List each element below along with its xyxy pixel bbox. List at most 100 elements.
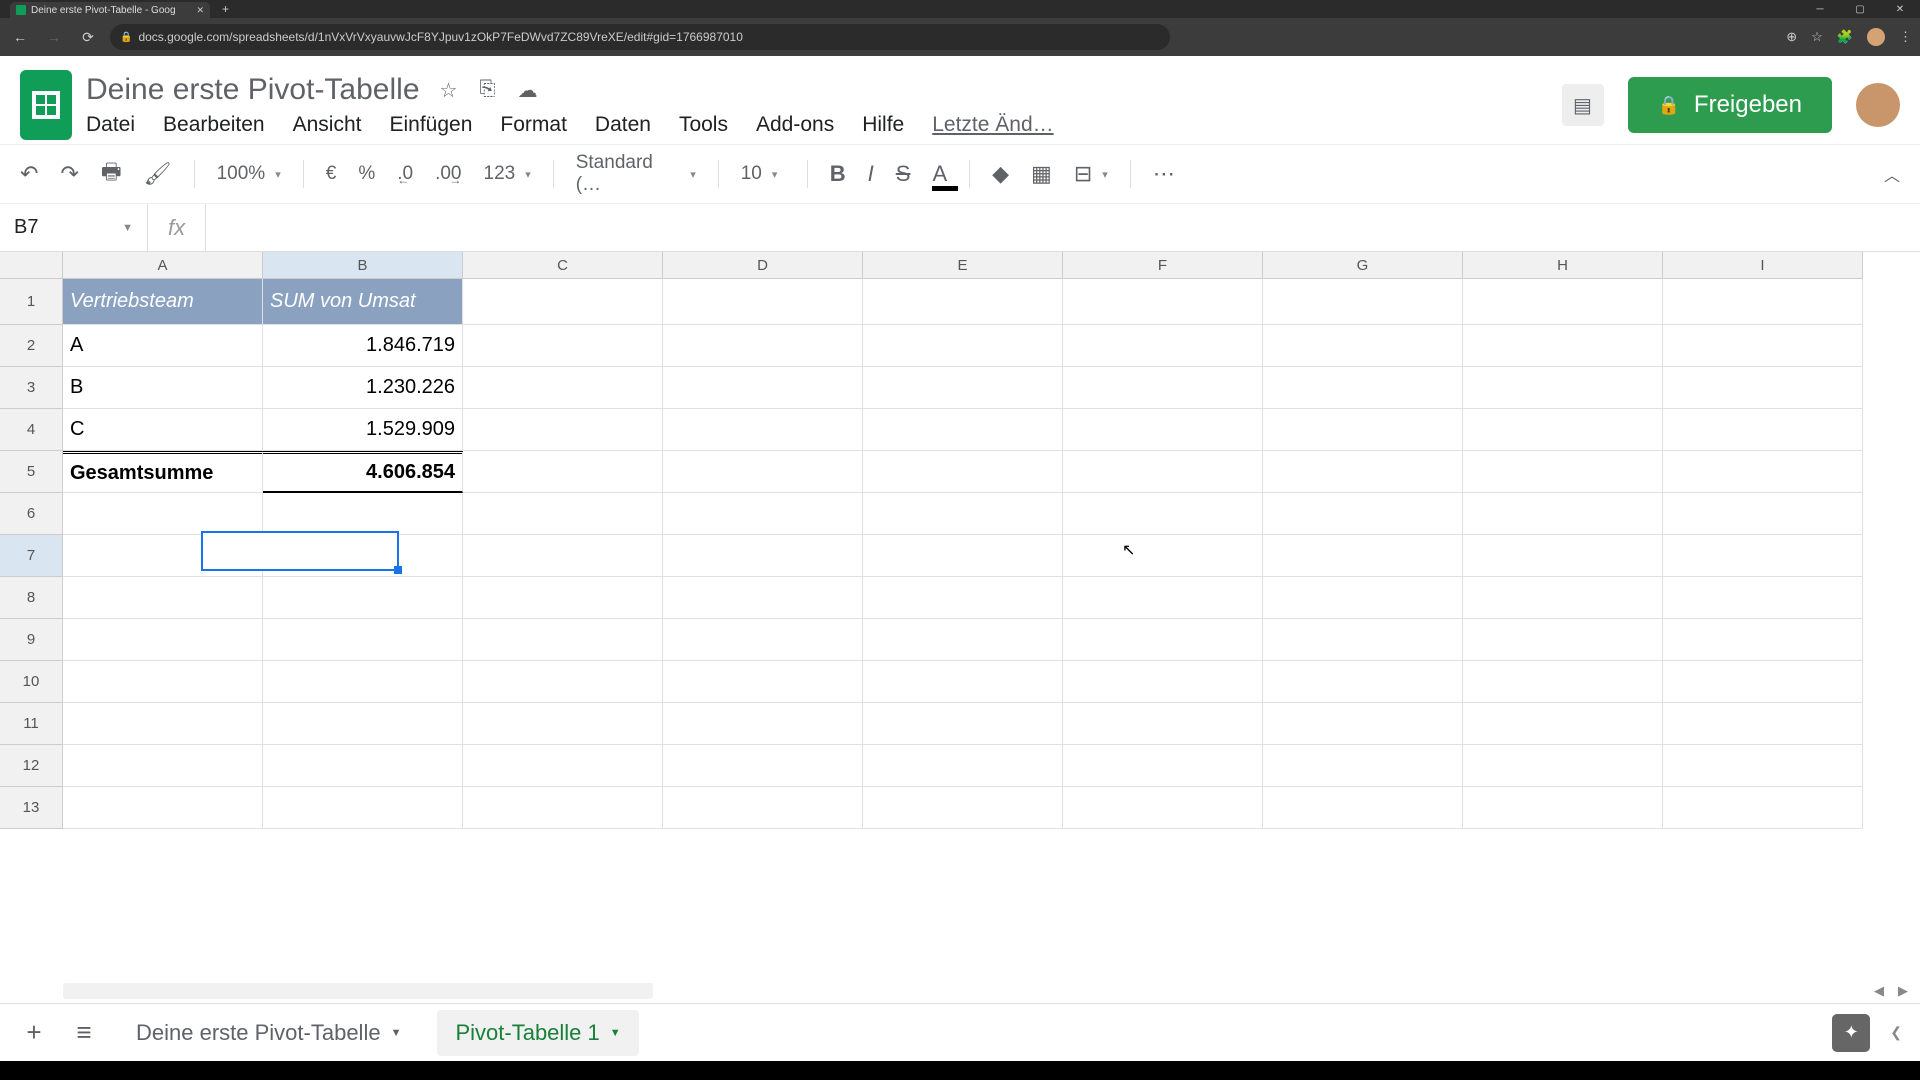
strikethrough-button[interactable]: S [896,161,911,187]
cell-F11[interactable] [1063,703,1263,745]
cell-F6[interactable] [1063,493,1263,535]
cell-D3[interactable] [663,367,863,409]
zoom-dropdown[interactable]: 100% [217,163,281,185]
menu-format[interactable]: Format [500,113,567,137]
scroll-left-button[interactable]: ◀ [1874,983,1884,999]
cell-D8[interactable] [663,577,863,619]
back-button[interactable]: ← [8,29,32,45]
column-header-F[interactable]: F [1063,252,1263,279]
cell-E1[interactable] [863,279,1063,325]
cell-G6[interactable] [1263,493,1463,535]
cell-A13[interactable] [63,787,263,829]
cell-B12[interactable] [263,745,463,787]
cell-H5[interactable] [1463,451,1663,493]
cell-B8[interactable] [263,577,463,619]
cell-A8[interactable] [63,577,263,619]
italic-button[interactable]: I [868,161,874,187]
column-header-B[interactable]: B [263,252,463,279]
cell-D5[interactable] [663,451,863,493]
sheet-tab-1[interactable]: Deine erste Pivot-Tabelle ▼ [118,1010,419,1056]
cell-E10[interactable] [863,661,1063,703]
cell-G11[interactable] [1263,703,1463,745]
cell-D10[interactable] [663,661,863,703]
column-header-E[interactable]: E [863,252,1063,279]
cell-D13[interactable] [663,787,863,829]
fill-handle[interactable] [394,566,402,574]
decrease-decimal-button[interactable]: .0← [397,163,413,185]
cell-A6[interactable] [63,493,263,535]
menu-addons[interactable]: Add-ons [756,113,834,137]
move-icon[interactable]: ⎘ [479,78,495,103]
cell-H12[interactable] [1463,745,1663,787]
sheet-tab-2[interactable]: Pivot-Tabelle 1 ▼ [437,1010,638,1056]
cell-E13[interactable] [863,787,1063,829]
url-field[interactable]: 🔒 docs.google.com/spreadsheets/d/1nVxVrV… [110,24,1170,50]
side-panel-toggle[interactable]: ❮ [1890,1024,1902,1041]
menu-data[interactable]: Daten [595,113,651,137]
cell-E2[interactable] [863,325,1063,367]
cell-C13[interactable] [463,787,663,829]
forward-button[interactable]: → [42,29,66,45]
minimize-button[interactable]: ─ [1800,0,1840,18]
paint-format-button[interactable]: 🖌 [144,161,172,187]
cell-E5[interactable] [863,451,1063,493]
active-cell[interactable] [201,531,399,571]
cell-I10[interactable] [1663,661,1863,703]
cell-D11[interactable] [663,703,863,745]
bookmark-icon[interactable]: ☆ [1811,29,1823,45]
cell-A12[interactable] [63,745,263,787]
cell-H11[interactable] [1463,703,1663,745]
cell-F13[interactable] [1063,787,1263,829]
cell-I13[interactable] [1663,787,1863,829]
cell-C8[interactable] [463,577,663,619]
cell-A1[interactable]: Vertriebsteam [63,279,263,325]
collapse-toolbar-button[interactable]: ︿ [1884,162,1900,186]
cell-B10[interactable] [263,661,463,703]
cell-C5[interactable] [463,451,663,493]
cell-C3[interactable] [463,367,663,409]
cell-G5[interactable] [1263,451,1463,493]
cell-C9[interactable] [463,619,663,661]
cloud-status-icon[interactable]: ☁ [517,78,537,103]
cell-H7[interactable] [1463,535,1663,577]
cell-A2[interactable]: A [63,325,263,367]
currency-button[interactable]: € [326,163,337,185]
cell-G4[interactable] [1263,409,1463,451]
cell-I2[interactable] [1663,325,1863,367]
cell-B9[interactable] [263,619,463,661]
star-icon[interactable]: ☆ [440,78,458,103]
close-window-button[interactable]: ✕ [1880,0,1920,18]
cell-A11[interactable] [63,703,263,745]
cell-E9[interactable] [863,619,1063,661]
cell-D7[interactable] [663,535,863,577]
cell-F10[interactable] [1063,661,1263,703]
cell-A3[interactable]: B [63,367,263,409]
extensions-icon[interactable]: 🧩 [1837,29,1853,45]
cell-D1[interactable] [663,279,863,325]
cell-F4[interactable] [1063,409,1263,451]
cell-B3[interactable]: 1.230.226 [263,367,463,409]
cell-C6[interactable] [463,493,663,535]
row-header-11[interactable]: 11 [0,703,63,745]
add-sheet-button[interactable]: + [18,1017,50,1048]
cell-I3[interactable] [1663,367,1863,409]
cell-H8[interactable] [1463,577,1663,619]
cell-A5[interactable]: Gesamtsumme [63,451,263,493]
row-header-1[interactable]: 1 [0,279,63,325]
cell-D4[interactable] [663,409,863,451]
cell-F1[interactable] [1063,279,1263,325]
cell-G1[interactable] [1263,279,1463,325]
cell-G10[interactable] [1263,661,1463,703]
fill-color-button[interactable]: ◆ [992,161,1009,187]
bold-button[interactable]: B [830,161,846,187]
cell-C7[interactable] [463,535,663,577]
formula-input[interactable] [206,204,1920,251]
cell-C12[interactable] [463,745,663,787]
row-header-5[interactable]: 5 [0,451,63,493]
cell-E11[interactable] [863,703,1063,745]
menu-file[interactable]: Datei [86,113,135,137]
cell-G2[interactable] [1263,325,1463,367]
cell-G13[interactable] [1263,787,1463,829]
row-header-12[interactable]: 12 [0,745,63,787]
number-format-dropdown[interactable]: 123 [484,163,531,185]
